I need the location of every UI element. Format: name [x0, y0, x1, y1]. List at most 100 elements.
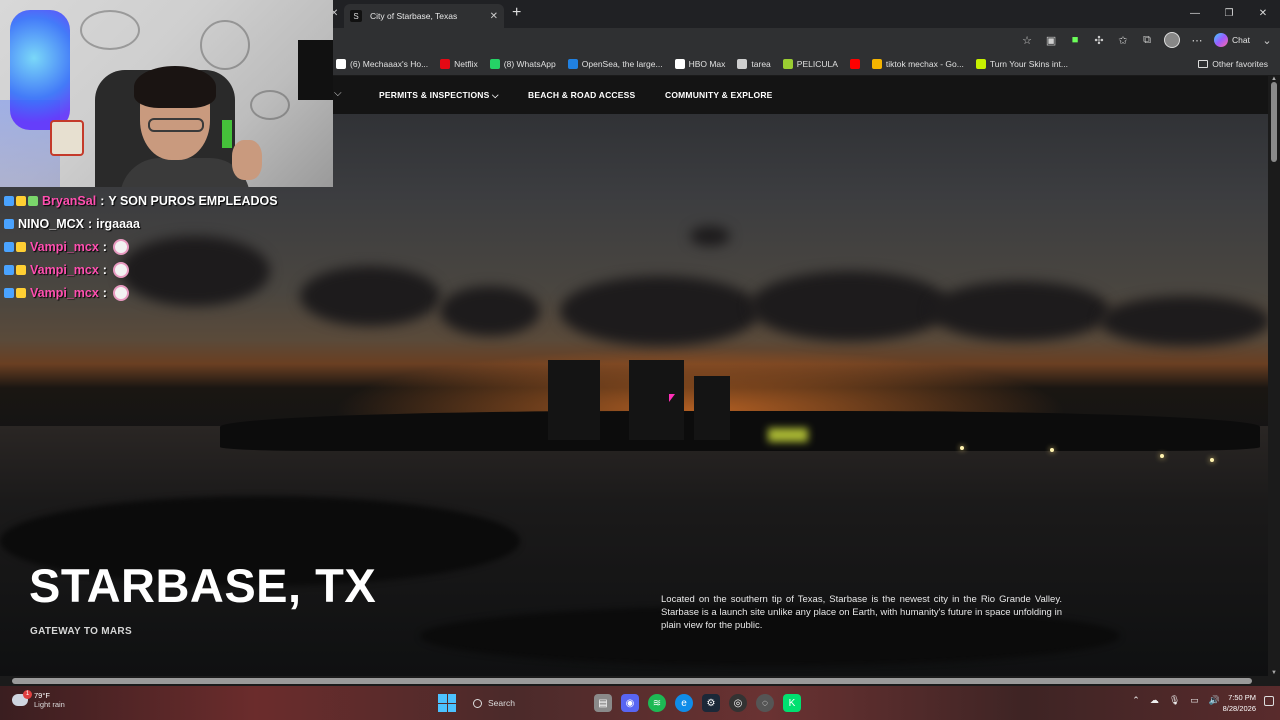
- bookmark-label: Netflix: [454, 59, 478, 69]
- stream-chat-overlay: BryanSal: Y SON PUROS EMPLEADOS NINO_MCX: i…: [4, 189, 278, 304]
- chat-badge-icon: [4, 287, 14, 298]
- vertical-scrollbar[interactable]: ▲ ▼: [1268, 76, 1280, 676]
- bookmark-item[interactable]: OpenSea, the large...: [567, 59, 663, 69]
- skull-emote-icon: [112, 261, 129, 278]
- volume-icon[interactable]: 🔊: [1209, 695, 1220, 706]
- collections-icon[interactable]: ⧉: [1140, 34, 1154, 47]
- copilot-chat-button[interactable]: Chat: [1214, 33, 1250, 47]
- chat-message: NINO_MCX: irgaaaa: [4, 212, 278, 235]
- bookmark-item[interactable]: tiktok mechax - Go...: [871, 59, 964, 69]
- search-placeholder: Search: [488, 698, 515, 708]
- chat-badges: [4, 264, 26, 275]
- clock[interactable]: 7:50 PM 8/28/2026: [1223, 692, 1256, 714]
- chat-badge-icon: [4, 241, 14, 252]
- cloud: [1100, 296, 1268, 346]
- file-explorer-icon[interactable]: ▤: [594, 694, 612, 712]
- chat-username: Vampi_mcx: [30, 262, 99, 277]
- notification-badge: 1: [23, 690, 32, 699]
- toolbar-actions: ☆ ▣ ■ ✣ ✩ ⧉ ⋯ Chat ⌄: [1020, 32, 1274, 48]
- skull-emote-icon: [112, 238, 129, 255]
- extensions-puzzle-icon[interactable]: ✣: [1092, 34, 1106, 47]
- other-favorites[interactable]: Other favorites: [1198, 52, 1268, 76]
- bookmark-item[interactable]: [849, 59, 860, 69]
- bookmark-item[interactable]: HBO Max: [674, 59, 725, 69]
- bookmark-label: OpenSea, the large...: [581, 59, 663, 69]
- chat-badge-icon: [16, 241, 26, 252]
- scrollbar-thumb[interactable]: [1271, 82, 1277, 162]
- bookmark-item[interactable]: PELICULA: [782, 59, 838, 69]
- streamer-webcam: [0, 0, 333, 187]
- nav-beach-road-access[interactable]: BEACH & ROAD ACCESS: [528, 76, 635, 114]
- bookmark-item[interactable]: (8) WhatsApp: [489, 59, 556, 69]
- site-light: [1050, 448, 1054, 452]
- kick-icon[interactable]: K: [783, 694, 801, 712]
- chat-message: Vampi_mcx:: [4, 281, 278, 304]
- opensea-icon: [567, 59, 578, 69]
- close-window-icon[interactable]: ✕: [1246, 0, 1280, 28]
- hero-subtitle: GATEWAY TO MARS: [30, 626, 132, 637]
- obs-icon[interactable]: ◎: [729, 694, 747, 712]
- chat-separator: :: [102, 239, 107, 254]
- weather-widget[interactable]: 1 79°F Light rain: [12, 690, 65, 709]
- extension-icon[interactable]: ■: [1068, 34, 1082, 46]
- hbo-icon: [674, 59, 685, 69]
- profile-avatar[interactable]: [1164, 32, 1181, 48]
- notification-icon[interactable]: [1264, 696, 1274, 706]
- chat-separator: :: [87, 216, 93, 231]
- tray-chevron-icon[interactable]: ⌃: [1132, 695, 1140, 706]
- chat-separator: :: [102, 285, 107, 300]
- chat-message: Vampi_mcx:: [4, 258, 278, 281]
- favorite-star-icon[interactable]: ☆: [1020, 34, 1034, 47]
- more-menu-icon[interactable]: ⋯: [1190, 34, 1204, 47]
- scrollbar-thumb[interactable]: [12, 678, 1252, 684]
- folder-icon: [1198, 60, 1209, 68]
- system-tray: ⌃ ☁ 🎙 ▭ 🔊: [1132, 695, 1220, 706]
- microphone-icon[interactable]: 🎙: [1169, 695, 1180, 706]
- chat-badge-icon: [4, 195, 14, 206]
- windows-start-icon[interactable]: [438, 694, 456, 712]
- bookmark-item[interactable]: tarea: [737, 59, 771, 69]
- clock-date: 8/28/2026: [1222, 704, 1256, 713]
- taskbar-search[interactable]: Search: [465, 693, 585, 713]
- shoreline: [220, 411, 1260, 451]
- tab-city-of-starbase[interactable]: S City of Starbase, Texas ✕: [344, 4, 504, 28]
- minimize-icon[interactable]: —: [1178, 0, 1212, 28]
- mouse-cursor-icon: [669, 394, 675, 402]
- bookmark-label: Turn Your Skins int...: [989, 59, 1068, 69]
- tab-actions-icon[interactable]: ▣: [1044, 34, 1058, 47]
- netflix-icon: [440, 59, 451, 69]
- bookmark-label: (6) Mechaaax's Ho...: [350, 59, 429, 69]
- bookmark-item[interactable]: Netflix: [440, 59, 478, 69]
- network-icon[interactable]: ▭: [1190, 695, 1199, 706]
- nav-permits-inspections[interactable]: PERMITS & INSPECTIONS ⌵: [379, 76, 499, 114]
- bookmark-item[interactable]: (6) Mechaaax's Ho...: [336, 59, 428, 69]
- cloud: [300, 266, 440, 326]
- cloud: [750, 271, 950, 341]
- bookmark-item[interactable]: Turn Your Skins int...: [975, 59, 1068, 69]
- cloud-icon[interactable]: ☁: [1150, 695, 1159, 706]
- close-tab-icon[interactable]: ✕: [490, 11, 498, 22]
- edge-icon[interactable]: e: [675, 694, 693, 712]
- chat-badges: [4, 241, 26, 252]
- app-icon[interactable]: ◌: [756, 694, 774, 712]
- restore-icon[interactable]: ❐: [1212, 0, 1246, 28]
- horizontal-scrollbar[interactable]: [0, 676, 1280, 686]
- new-tab-icon[interactable]: +: [512, 4, 521, 22]
- weather-temperature: 79°F: [34, 691, 50, 700]
- cloud: [690, 226, 730, 246]
- nav-community-explore[interactable]: COMMUNITY & EXPLORE: [665, 76, 773, 114]
- copilot-icon: [1214, 33, 1229, 47]
- site-light: [1160, 454, 1164, 458]
- steam-icon[interactable]: ⚙: [702, 694, 720, 712]
- chat-message: BryanSal: Y SON PUROS EMPLEADOS: [4, 189, 278, 212]
- spotify-icon[interactable]: ≋: [648, 694, 666, 712]
- bookmark-label: (8) WhatsApp: [503, 59, 556, 69]
- chevron-down-icon[interactable]: ⌄: [1260, 34, 1274, 47]
- discord-icon[interactable]: ◉: [621, 694, 639, 712]
- site-favicon-icon: S: [350, 10, 362, 22]
- chat-separator: :: [102, 262, 107, 277]
- screen: ✕ S City of Starbase, Texas ✕ + — ❐ ✕ ☆ …: [0, 0, 1280, 720]
- favorites-icon[interactable]: ✩: [1116, 34, 1130, 47]
- bookmarks-list: (6) Mechaaax's Ho... Netflix (8) WhatsApp O…: [336, 52, 1068, 76]
- chevron-down-icon[interactable]: ⌵: [334, 88, 342, 99]
